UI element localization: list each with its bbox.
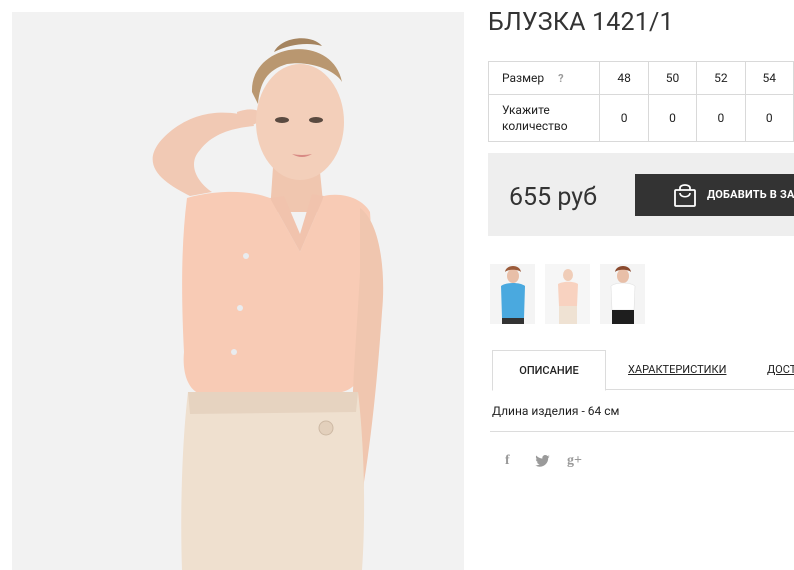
twitter-share-icon[interactable]: [535, 455, 550, 472]
quantity-input-50[interactable]: 0: [647, 94, 698, 142]
size-48: 48: [599, 61, 649, 95]
quantity-label-line2: количество: [502, 119, 568, 133]
add-to-cart-button[interactable]: ДОБАВИТЬ В ЗАКАЗ: [635, 174, 794, 216]
shopping-bag-icon: [673, 182, 697, 211]
white-blouse-thumbnail[interactable]: [600, 264, 645, 324]
quantity-input-54[interactable]: 0: [744, 94, 794, 142]
product-tabs: ОПИСАНИЕ ХАРАКТЕРИСТИКИ ДОСТАВКА: [492, 350, 794, 391]
tab-characteristics[interactable]: ХАРАКТЕРИСТИКИ: [628, 350, 726, 389]
size-50: 50: [647, 61, 698, 95]
size-label: Размер: [502, 70, 545, 85]
tab-delivery[interactable]: ДОСТАВКА: [767, 350, 794, 389]
price-box: 655 руб ДОБАВИТЬ В ЗАКАЗ: [488, 153, 794, 236]
peach-blouse-thumbnail[interactable]: [545, 264, 590, 324]
quantity-label: Укажите количество: [487, 94, 601, 142]
size-label-cell: Размер?: [487, 61, 601, 95]
google-plus-share-icon[interactable]: g+: [567, 453, 582, 469]
add-to-cart-label: ДОБАВИТЬ В ЗАКАЗ: [707, 188, 794, 201]
product-main-image[interactable]: [12, 12, 464, 570]
size-help-icon[interactable]: ?: [558, 72, 563, 85]
blue-blouse-thumbnail[interactable]: [490, 264, 535, 324]
size-quantity-table: Размер? 48 50 52 54 Укажите количество 0…: [487, 61, 794, 142]
model-photo: [12, 12, 464, 570]
product-title: БЛУЗКА 1421/1: [488, 8, 674, 37]
quantity-input-52[interactable]: 0: [696, 94, 746, 142]
tab-description[interactable]: ОПИСАНИЕ: [492, 350, 606, 391]
size-54: 54: [744, 61, 794, 95]
quantity-input-48[interactable]: 0: [599, 94, 649, 142]
facebook-share-icon[interactable]: f: [505, 453, 510, 469]
quantity-label-line1: Укажите: [502, 103, 550, 117]
description-divider: [490, 431, 794, 432]
size-52: 52: [696, 61, 746, 95]
product-description: Длина изделия - 64 см: [492, 404, 620, 418]
product-price: 655 руб: [509, 183, 597, 212]
